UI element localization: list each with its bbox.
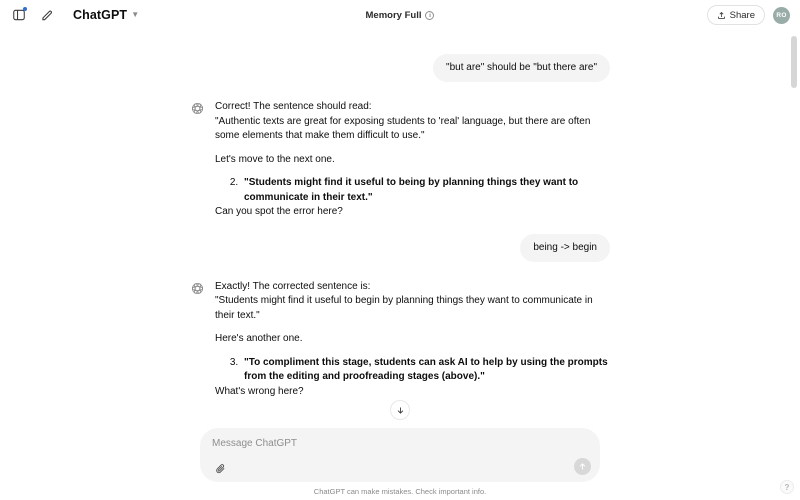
conversation-thread: "but are" should be "but there are" Corr… [0, 30, 800, 428]
scroll-to-bottom-button[interactable] [390, 400, 410, 420]
share-label: Share [729, 9, 755, 21]
info-circle-icon[interactable]: i [425, 10, 435, 20]
assistant-message-body: Exactly! The corrected sentence is: "Stu… [215, 280, 610, 400]
message-list: "but are" should be "but there are" Corr… [190, 54, 610, 399]
user-message-bubble: "but are" should be "but there are" [433, 54, 610, 82]
user-message-bubble: being -> begin [520, 233, 610, 262]
arrow-up-icon [579, 463, 586, 470]
header-left-group: ChatGPT ▼ [8, 4, 144, 26]
assistant-numbered-list: "Students might find it useful to being … [215, 176, 610, 205]
message-row-assistant: Exactly! The corrected sentence is: "Stu… [190, 280, 610, 400]
memory-status-label: Memory Full [365, 9, 422, 21]
scrollbar-track[interactable] [791, 30, 797, 428]
assistant-closing-question: What's wrong here? [215, 385, 304, 397]
app-header: ChatGPT ▼ Memory Full i Share RO [0, 0, 800, 30]
conversation-scroll-region[interactable]: "but are" should be "but there are" Corr… [0, 30, 800, 428]
header-right-group: Share RO [706, 5, 790, 25]
scrollbar-thumb[interactable] [791, 36, 797, 88]
list-item: "Students might find it useful to being … [241, 176, 610, 205]
help-button[interactable]: ? [780, 480, 794, 494]
share-button[interactable]: Share [706, 5, 765, 25]
assistant-paragraph: Let's move to the next one. [215, 153, 335, 165]
compose-pencil-icon[interactable] [36, 4, 58, 26]
assistant-closing-question: Can you spot the error here? [215, 206, 343, 217]
model-selector[interactable]: ChatGPT ▼ [68, 6, 144, 24]
avatar[interactable]: RO [773, 6, 790, 24]
message-row-user: being -> begin [190, 233, 610, 262]
chevron-down-icon: ▼ [131, 10, 140, 19]
arrow-down-icon [397, 407, 403, 414]
assistant-paragraph: Here's another one. [215, 333, 303, 344]
share-upload-icon [717, 11, 725, 19]
openai-logo-icon [190, 101, 205, 116]
composer-area: Message ChatGPT ChatGPT can make mistake… [0, 428, 800, 500]
sidebar-toggle-icon[interactable] [8, 4, 30, 26]
send-button[interactable] [574, 458, 591, 475]
assistant-paragraph: Correct! The sentence should read: [215, 101, 372, 112]
disclaimer-text: ChatGPT can make mistakes. Check importa… [313, 487, 487, 496]
list-item: "To compliment this stage, students can … [241, 356, 610, 385]
message-row-assistant: Correct! The sentence should read: "Auth… [190, 100, 610, 220]
assistant-numbered-list: "To compliment this stage, students can … [215, 356, 610, 385]
paperclip-icon[interactable] [212, 460, 228, 476]
notification-dot-icon [23, 7, 27, 11]
assistant-message-body: Correct! The sentence should read: "Auth… [215, 100, 610, 220]
openai-logo-icon [190, 281, 205, 296]
assistant-paragraph: Exactly! The corrected sentence is: [215, 280, 371, 292]
memory-status-badge[interactable]: Memory Full i [360, 8, 441, 23]
composer-toolbar [212, 460, 588, 476]
message-input[interactable]: Message ChatGPT [212, 437, 588, 451]
assistant-paragraph: "Students might find it useful to begin … [215, 295, 593, 321]
assistant-paragraph: "Authentic texts are great for exposing … [215, 115, 591, 142]
brand-name: ChatGPT [73, 8, 128, 22]
chatgpt-app-window: ChatGPT ▼ Memory Full i Share RO "but ar… [0, 0, 800, 500]
message-row-user: "but are" should be "but there are" [190, 54, 610, 82]
message-composer[interactable]: Message ChatGPT [200, 428, 600, 482]
